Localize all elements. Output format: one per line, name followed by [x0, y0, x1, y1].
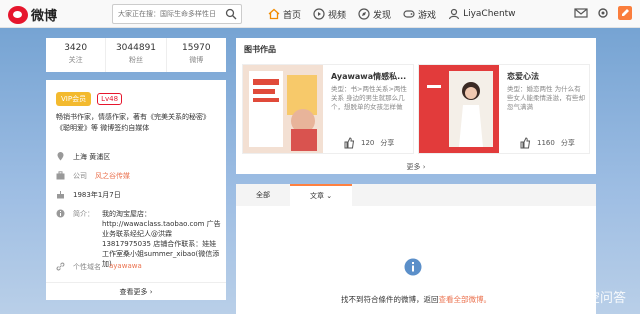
- home-icon: [268, 8, 280, 20]
- books-more-link[interactable]: 更多 ›: [236, 162, 596, 172]
- stat-value: 3420: [64, 43, 88, 53]
- nav-right-actions: [574, 6, 632, 20]
- like-count: 1160: [537, 139, 555, 147]
- view-more-button[interactable]: 查看更多 ›: [46, 282, 226, 300]
- like-count: 120: [361, 139, 375, 147]
- book-title[interactable]: 恋爱心法: [507, 71, 539, 82]
- book-card[interactable]: 恋爱心法 类型：婚恋两性 为什么有些女人能柔情涟滋，有些却忽气满满 1160 分…: [418, 64, 590, 154]
- book-cover-image: [419, 65, 499, 153]
- intro-row: 简介： 我的淘宝屋店：http://wawaclass.taobao.com 广…: [56, 209, 222, 269]
- nav-discover[interactable]: 发现: [358, 8, 391, 21]
- books-title: 图书作品: [244, 45, 276, 54]
- book-title[interactable]: Ayawawa情感私...: [331, 71, 406, 82]
- stat-label: 关注: [68, 56, 83, 64]
- stat-label: 微博: [189, 56, 204, 64]
- top-nav-bar: 微博 首页 视频 发现 游戏 LiyaChentw: [0, 0, 640, 28]
- nav-home-label: 首页: [283, 10, 302, 21]
- share-button[interactable]: 分享: [380, 138, 394, 148]
- stat-fans[interactable]: 3044891 粉丝: [106, 38, 167, 72]
- profile-bio: 畅销书作家，情感作家，著有《完美关系的秘密》《聪明爱》等 微博签约自媒体: [56, 113, 210, 132]
- nav-video-label: 视频: [328, 10, 347, 21]
- watermark-text: 悟空问答: [573, 291, 626, 306]
- book-card[interactable]: Ayawawa情感私... 类型：书>两性关系>两性关系 身边的男生就那么几个，…: [242, 64, 414, 154]
- intro-label: 简介：: [73, 210, 94, 218]
- empty-state: 找不到符合條件的微博，返回查看全部微博。: [236, 206, 596, 314]
- company-link[interactable]: 风之谷传媒: [95, 171, 130, 181]
- book-desc: 类型：书>两性关系>两性关系 身边的男生就那么几个，想脱单的女孩怎样做: [331, 85, 407, 111]
- search-input[interactable]: [113, 5, 221, 23]
- nav-discover-label: 发现: [373, 10, 392, 21]
- domain-row: 个性域名 ayawawa: [56, 262, 142, 272]
- like-icon[interactable]: [343, 137, 355, 149]
- vip-badge[interactable]: VIP会员: [56, 92, 92, 106]
- discover-icon: [358, 8, 370, 20]
- book-desc: 类型：婚恋两性 为什么有些女人能柔情涟滋，有些却忽气满满: [507, 85, 585, 111]
- main-nav: 首页 视频 发现 游戏 LiyaChentw: [268, 0, 516, 28]
- weibo-logo-icon: [8, 5, 28, 24]
- stat-following[interactable]: 3420 关注: [46, 38, 107, 72]
- nav-user-label: LiyaChentw: [463, 9, 516, 19]
- tab-articles[interactable]: 文章 ⌄: [290, 184, 353, 206]
- stat-label: 粉丝: [128, 56, 143, 64]
- info-icon: [56, 209, 65, 218]
- empty-message: 找不到符合條件的微博，返回查看全部微博。: [236, 294, 596, 305]
- user-icon: [448, 8, 460, 20]
- cake-icon: [57, 191, 64, 199]
- watermark: 悟空问答: [552, 287, 626, 306]
- nav-home[interactable]: 首页: [268, 8, 301, 21]
- game-icon: [403, 10, 415, 18]
- nav-user[interactable]: LiyaChentw: [448, 8, 516, 20]
- birthday-row: 1983年1月7日: [56, 190, 121, 200]
- follow-stats: 3420 关注 3044891 粉丝 15970 微博: [46, 38, 226, 72]
- birthday-text: 1983年1月7日: [73, 191, 121, 199]
- badges: VIP会员 Lv48: [56, 92, 123, 106]
- search-icon[interactable]: [225, 8, 237, 20]
- feed-tabs: 全部 文章 ⌄: [236, 184, 596, 206]
- video-icon: [313, 8, 325, 20]
- view-all-posts-link[interactable]: 查看全部微博。: [439, 295, 492, 304]
- location-text: 上海 黄浦区: [73, 153, 111, 161]
- compose-icon[interactable]: [618, 6, 632, 20]
- book-actions: 1160 分享: [519, 137, 575, 149]
- empty-message-text: 找不到符合條件的微博，返回: [341, 295, 439, 304]
- like-icon[interactable]: [519, 137, 531, 149]
- company-label: 公司: [73, 172, 87, 180]
- logo-text: 微博: [31, 9, 58, 24]
- level-badge[interactable]: Lv48: [97, 93, 123, 105]
- nav-game-label: 游戏: [418, 10, 437, 21]
- stat-value: 15970: [182, 43, 211, 53]
- domain-label: 个性域名: [73, 263, 101, 271]
- chat-bubble-icon: [553, 287, 569, 304]
- nav-video[interactable]: 视频: [313, 8, 346, 21]
- briefcase-icon: [56, 171, 65, 180]
- location-row: 上海 黄浦区: [56, 152, 110, 162]
- weibo-logo[interactable]: 微博: [8, 5, 57, 24]
- settings-icon[interactable]: [596, 6, 610, 20]
- domain-link[interactable]: ayawawa: [109, 262, 142, 270]
- company-row: 公司 风之谷传媒: [56, 171, 130, 181]
- nav-game[interactable]: 游戏: [403, 8, 436, 21]
- share-button[interactable]: 分享: [561, 138, 575, 148]
- search-box: [112, 4, 242, 24]
- link-icon: [56, 262, 65, 271]
- tab-all[interactable]: 全部: [236, 184, 290, 206]
- intro-text: 我的淘宝屋店：http://wawaclass.taobao.com 广告业务联…: [102, 210, 221, 268]
- location-icon: [57, 152, 64, 161]
- stat-posts[interactable]: 15970 微博: [167, 38, 226, 72]
- message-icon[interactable]: [574, 6, 588, 20]
- book-cover-image: [243, 65, 323, 153]
- books-panel: 图书作品 Ayawawa情感私... 类型：书>两性关系>两性关系 身边的男生就…: [236, 38, 596, 174]
- info-circle-icon: [404, 258, 422, 276]
- profile-card: VIP会员 Lv48 畅销书作家，情感作家，著有《完美关系的秘密》《聪明爱》等 …: [46, 80, 226, 300]
- stat-value: 3044891: [115, 43, 157, 53]
- book-actions: 120 分享: [343, 137, 394, 149]
